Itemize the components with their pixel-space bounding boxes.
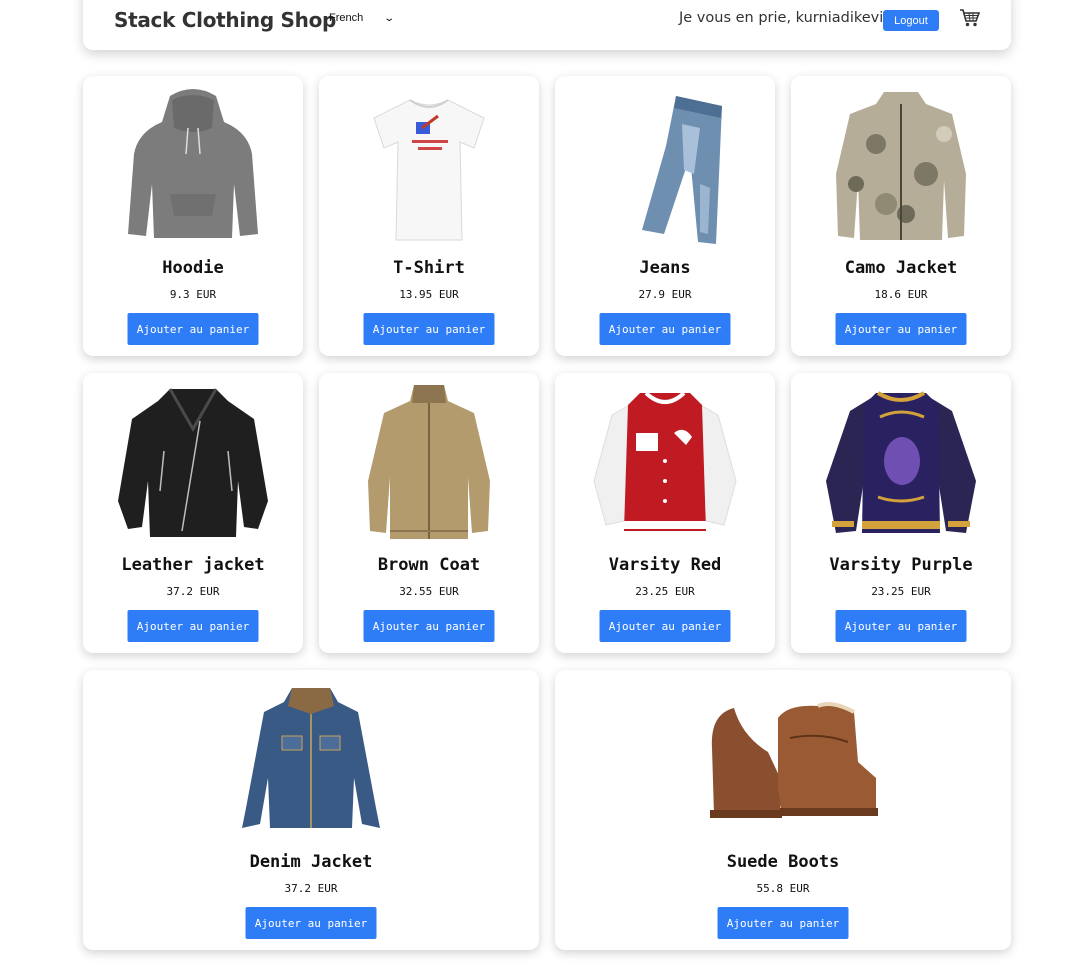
add-to-cart-button[interactable]: Ajouter au panier bbox=[835, 610, 967, 642]
denim-jacket-image bbox=[242, 688, 380, 828]
greeting-text: Je vous en prie, kurniadikevin bbox=[679, 10, 893, 26]
product-card: Suede Boots 55.8 EUR Ajouter au panier bbox=[555, 670, 1011, 950]
product-name: Leather jacket bbox=[121, 555, 265, 575]
jeans-image bbox=[642, 96, 722, 244]
product-name: Varsity Red bbox=[608, 555, 722, 575]
product-card: Jeans 27.9 EUR Ajouter au panier bbox=[555, 76, 775, 356]
product-name: Camo Jacket bbox=[844, 258, 958, 278]
camo-jacket-image bbox=[836, 92, 966, 240]
product-name: Denim Jacket bbox=[249, 852, 373, 872]
product-name: T-Shirt bbox=[393, 258, 465, 278]
cart-icon[interactable] bbox=[960, 9, 980, 27]
product-price: 32.55 EUR bbox=[399, 585, 459, 598]
add-to-cart-button[interactable]: Ajouter au panier bbox=[717, 907, 849, 939]
add-to-cart-button[interactable]: Ajouter au panier bbox=[127, 313, 259, 345]
chevron-down-icon: ⌄ bbox=[383, 12, 396, 24]
add-to-cart-button[interactable]: Ajouter au panier bbox=[363, 610, 495, 642]
language-select-value: French bbox=[329, 12, 364, 24]
add-to-cart-button[interactable]: Ajouter au panier bbox=[835, 313, 967, 345]
tshirt-image bbox=[373, 99, 485, 241]
product-price: 55.8 EUR bbox=[756, 882, 810, 895]
product-name: Hoodie bbox=[162, 258, 224, 278]
product-card: Camo Jacket 18.6 EUR Ajouter au panier bbox=[791, 76, 1011, 356]
product-card: Brown Coat 32.55 EUR Ajouter au panier bbox=[319, 373, 539, 653]
product-price: 23.25 EUR bbox=[635, 585, 695, 598]
product-card: Leather jacket 37.2 EUR Ajouter au panie… bbox=[83, 373, 303, 653]
product-name: Brown Coat bbox=[377, 555, 481, 575]
varsity-purple-image bbox=[826, 391, 976, 533]
product-card: Varsity Red 23.25 EUR Ajouter au panier bbox=[555, 373, 775, 653]
add-to-cart-button[interactable]: Ajouter au panier bbox=[599, 610, 731, 642]
varsity-red-image bbox=[593, 391, 737, 531]
product-price: 37.2 EUR bbox=[284, 882, 338, 895]
add-to-cart-button[interactable]: Ajouter au panier bbox=[599, 313, 731, 345]
product-price: 18.6 EUR bbox=[874, 288, 928, 301]
product-price: 13.95 EUR bbox=[399, 288, 459, 301]
product-price: 23.25 EUR bbox=[871, 585, 931, 598]
language-select[interactable]: French ⌄ bbox=[329, 12, 396, 24]
product-price: 9.3 EUR bbox=[169, 288, 217, 301]
brand-title[interactable]: Stack Clothing Shop bbox=[114, 8, 336, 32]
product-card: Hoodie 9.3 EUR Ajouter au panier bbox=[83, 76, 303, 356]
navbar: Stack Clothing Shop French ⌄ Je vous en … bbox=[83, 0, 1011, 50]
logout-button[interactable]: Logout bbox=[883, 10, 939, 31]
hoodie-image bbox=[128, 89, 258, 238]
product-name: Jeans bbox=[639, 258, 691, 278]
leather-jacket-image bbox=[118, 388, 268, 537]
product-card: T-Shirt 13.95 EUR Ajouter au panier bbox=[319, 76, 539, 356]
product-price: 37.2 EUR bbox=[166, 585, 220, 598]
add-to-cart-button[interactable]: Ajouter au panier bbox=[363, 313, 495, 345]
brown-coat-image bbox=[368, 385, 490, 539]
suede-boots-image bbox=[710, 702, 878, 818]
add-to-cart-button[interactable]: Ajouter au panier bbox=[245, 907, 377, 939]
product-name: Suede Boots bbox=[726, 852, 840, 872]
product-card: Varsity Purple 23.25 EUR Ajouter au pani… bbox=[791, 373, 1011, 653]
product-name: Varsity Purple bbox=[829, 555, 973, 575]
add-to-cart-button[interactable]: Ajouter au panier bbox=[127, 610, 259, 642]
product-card: Denim Jacket 37.2 EUR Ajouter au panier bbox=[83, 670, 539, 950]
product-price: 27.9 EUR bbox=[638, 288, 692, 301]
